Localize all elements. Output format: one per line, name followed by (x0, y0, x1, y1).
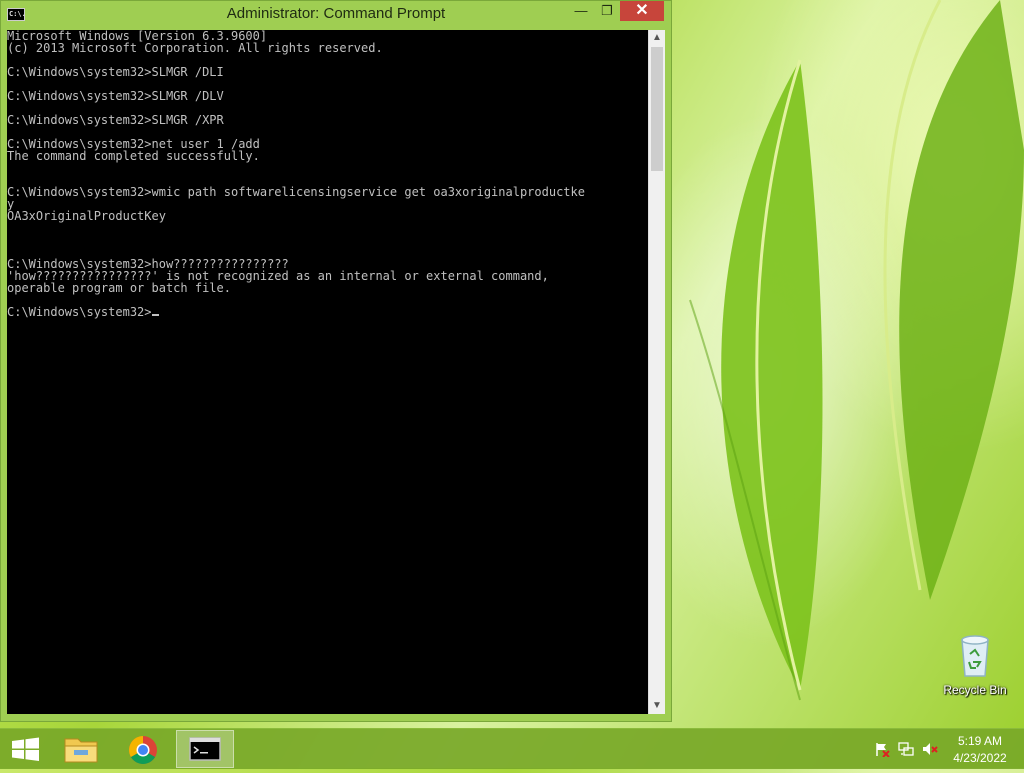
scrollbar-thumb[interactable] (651, 47, 663, 171)
clock-time[interactable]: 5:19 AM (944, 734, 1016, 748)
taskbar[interactable]: 5:19 AM 4/23/2022 (0, 728, 1024, 769)
start-button[interactable] (0, 730, 58, 768)
file-explorer-button[interactable] (52, 730, 110, 768)
recycle-bin-icon (961, 635, 989, 677)
console-line: (c) 2013 Microsoft Corporation. All righ… (7, 41, 383, 55)
clock-date[interactable]: 4/23/2022 (944, 751, 1016, 765)
maximize-button[interactable]: ❐ (594, 1, 620, 21)
close-button[interactable]: ✕ (620, 1, 664, 21)
scroll-down-arrow-icon[interactable]: ▼ (649, 698, 665, 714)
scroll-up-arrow-icon[interactable]: ▲ (649, 30, 665, 46)
network-icon[interactable] (898, 741, 914, 757)
vertical-scrollbar[interactable]: ▲ ▼ (648, 30, 665, 714)
file-explorer-icon (64, 738, 98, 763)
console-line: OA3xOriginalProductKey (7, 209, 166, 223)
recycle-bin-shortcut[interactable]: Recycle Bin (940, 630, 1010, 700)
console-line: C:\Windows\system32>wmic path softwareli… (7, 185, 585, 199)
minimize-button[interactable]: — (567, 1, 595, 21)
recycle-bin-label: Recycle Bin (943, 683, 1007, 697)
windows-logo-icon (12, 737, 39, 761)
title-bar[interactable]: C:\. Administrator: Command Prompt — ❐ ✕ (1, 1, 671, 29)
console-line: C:\Windows\system32>SLMGR /DLI (7, 65, 224, 79)
console-line: C:\Windows\system32> (7, 305, 152, 319)
text-cursor (151, 314, 159, 316)
volume-muted-icon[interactable] (922, 741, 938, 757)
command-prompt-icon (189, 737, 221, 761)
command-prompt-window[interactable]: C:\. Administrator: Command Prompt — ❐ ✕… (0, 0, 672, 722)
console-output[interactable]: Microsoft Windows [Version 6.3.9600] (c)… (7, 30, 648, 714)
console-line: The command completed successfully. (7, 149, 260, 163)
action-center-flag-icon[interactable] (874, 741, 890, 757)
console-line: operable program or batch file. (7, 281, 231, 295)
chrome-button[interactable] (114, 730, 172, 768)
console-line: C:\Windows\system32>SLMGR /XPR (7, 113, 224, 127)
command-prompt-taskbar-button[interactable] (176, 730, 234, 768)
console-text: Microsoft Windows [Version 6.3.9600] (c)… (7, 30, 648, 318)
console-line: C:\Windows\system32>SLMGR /DLV (7, 89, 224, 103)
chrome-icon (129, 736, 157, 764)
